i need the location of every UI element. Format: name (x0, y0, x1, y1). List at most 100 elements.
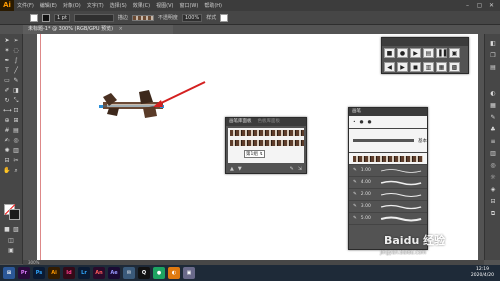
brush-dots-row[interactable]: • ● ● (349, 116, 427, 129)
menu-help[interactable]: 帮助(H) (201, 2, 225, 9)
line-tool-icon[interactable]: ╱ (12, 67, 20, 75)
premiere-app-icon[interactable]: Pr (18, 267, 30, 279)
magic-wand-icon[interactable]: ✶ (3, 47, 11, 55)
gradient-tool-icon[interactable]: ▤ (12, 127, 20, 135)
libraries-icon[interactable]: ▤ (489, 64, 497, 72)
brushes-tab[interactable]: 画笔 (352, 108, 361, 116)
prev-library-icon[interactable]: ▲ (230, 166, 234, 172)
indesign-app-icon[interactable]: Id (63, 267, 75, 279)
menu-window[interactable]: 窗口(W) (176, 2, 201, 9)
mail-app-icon[interactable]: ✉ (123, 267, 135, 279)
minimize-button[interactable]: – (463, 2, 472, 10)
brush-artwork[interactable] (95, 80, 220, 130)
art-brush-row[interactable] (349, 153, 427, 165)
brush-size-row-2[interactable]: ✎ 4.00 (349, 177, 427, 189)
menu-file[interactable]: 文件(F) (14, 2, 37, 9)
system-clock[interactable]: 12:19 2020/4/20 (471, 267, 494, 279)
table-button[interactable]: ▦ (436, 62, 447, 72)
dot-brush-1-icon[interactable]: • (353, 120, 356, 125)
stroke-swatch[interactable] (42, 13, 50, 22)
layers-icon[interactable]: ❐ (489, 52, 497, 60)
dot-brush-3-icon[interactable]: ● (368, 120, 372, 125)
brush-name-field[interactable]: 第1组 ↯ (244, 150, 266, 158)
appearance-icon[interactable]: ☼ (489, 174, 497, 182)
stroke-weight-field[interactable]: 1 pt (54, 13, 70, 22)
grid-button[interactable]: ▥ (423, 62, 434, 72)
blend-tool-icon[interactable]: ◎ (12, 137, 20, 145)
next-button[interactable]: ▶ (397, 62, 408, 72)
symbol-sprayer-icon[interactable]: ✺ (3, 147, 11, 155)
properties-icon[interactable]: ◧ (489, 40, 497, 48)
pause-button[interactable]: ▐▐ (436, 48, 447, 58)
transparency-icon[interactable]: ◎ (489, 162, 497, 170)
brush-sample-2[interactable] (230, 140, 304, 146)
column-graph-icon[interactable]: ▥ (12, 147, 20, 155)
illustrator-app-icon[interactable]: Ai (48, 267, 60, 279)
browser-app-icon[interactable]: ◐ (168, 267, 180, 279)
swatch-library-tab[interactable]: 色板库面板 (258, 118, 281, 126)
stroke-icon[interactable]: ≡ (489, 138, 497, 146)
brush-sample-1[interactable] (230, 130, 304, 136)
selection-tool-icon[interactable]: ➤ (3, 37, 11, 45)
set-button[interactable]: ▤ (423, 48, 434, 58)
menu-edit[interactable]: 编辑(E) (37, 2, 60, 9)
brushes-icon[interactable]: ✎ (489, 114, 497, 122)
screen-mode-icon[interactable]: ▣ (7, 247, 15, 255)
stop-button[interactable]: ■ (384, 48, 395, 58)
brush-library-titlebar[interactable]: 画笔库面板 色板库面板 (226, 118, 306, 126)
menu-view[interactable]: 视图(V) (153, 2, 176, 9)
expand-icon[interactable]: ⇲ (298, 166, 302, 172)
document-tab[interactable]: 未标题-1* @ 300% (RGB/GPU 预览) × (23, 25, 173, 34)
dot-brush-2-icon[interactable]: ● (360, 120, 364, 125)
brush-definition-preview[interactable] (131, 14, 154, 21)
eraser-tool-icon[interactable]: ◨ (12, 87, 20, 95)
close-tab-icon[interactable]: × (119, 26, 123, 32)
scale-tool-icon[interactable]: ⤡ (12, 97, 20, 105)
menu-object[interactable]: 对象(O) (60, 2, 84, 9)
color-mode-icon[interactable]: ■ (3, 226, 11, 234)
close-button[interactable]: ✕ (487, 2, 496, 10)
matrix-button[interactable]: ▩ (449, 62, 460, 72)
variable-width-dropdown[interactable] (73, 13, 114, 22)
actions-panel-titlebar[interactable] (382, 38, 468, 46)
pen-tool-icon[interactable]: ✒ (3, 57, 11, 65)
brush-size-row-5[interactable]: ✎ 5.00 (349, 213, 427, 225)
color-icon[interactable]: ◐ (489, 90, 497, 98)
chrome-app-icon[interactable]: ● (153, 267, 165, 279)
eyedropper-icon[interactable]: ✍ (3, 137, 11, 145)
pathfinder-icon[interactable]: ⧉ (489, 210, 497, 218)
brushes-titlebar[interactable]: 画笔 (349, 108, 427, 116)
brush-stroke-shape[interactable] (99, 90, 164, 118)
brush-library-tab[interactable]: 画笔库面板 (229, 118, 252, 126)
fill-stroke-control[interactable] (4, 204, 20, 220)
new-action-button[interactable]: ▣ (449, 48, 460, 58)
opacity-field[interactable]: 100% (181, 13, 203, 22)
paintbrush-tool-icon[interactable]: ✎ (12, 77, 20, 85)
draw-mode-icon[interactable]: ◫ (7, 237, 15, 245)
after-effects-app-icon[interactable]: Ae (108, 267, 120, 279)
rotate-tool-icon[interactable]: ↻ (3, 97, 11, 105)
shape-builder-icon[interactable]: ⊕ (3, 117, 11, 125)
explorer-app-icon[interactable]: ▣ (183, 267, 195, 279)
brush-size-row-3[interactable]: ✎ 2.00 (349, 189, 427, 201)
width-tool-icon[interactable]: ⟷ (3, 107, 12, 115)
animate-app-icon[interactable]: An (93, 267, 105, 279)
maximize-button[interactable]: ▢ (475, 2, 484, 10)
brush-size-row-4[interactable]: ✎ 3.00 (349, 201, 427, 213)
gradient-mode-icon[interactable]: ▧ (12, 226, 20, 234)
zoom-tool-icon[interactable]: ⌕ (12, 167, 20, 175)
type-tool-icon[interactable]: T (3, 67, 11, 75)
free-transform-icon[interactable]: ⊡ (12, 107, 20, 115)
next-library-icon[interactable]: ▼ (238, 166, 242, 172)
curvature-tool-icon[interactable]: ∫ (12, 57, 20, 65)
perspective-grid-icon[interactable]: ⊞ (12, 117, 20, 125)
edit-icon[interactable]: ✎ (290, 166, 294, 172)
lasso-icon[interactable]: ◌ (12, 47, 20, 55)
graphic-style-swatch[interactable] (220, 13, 229, 22)
menu-effect[interactable]: 效果(C) (130, 2, 153, 9)
start-button[interactable]: ⊞ (3, 267, 15, 279)
shaper-tool-icon[interactable]: ✐ (3, 87, 11, 95)
square-button[interactable]: ◼ (410, 62, 421, 72)
rectangle-tool-icon[interactable]: ▭ (3, 77, 11, 85)
prev-button[interactable]: ◀ (384, 62, 395, 72)
